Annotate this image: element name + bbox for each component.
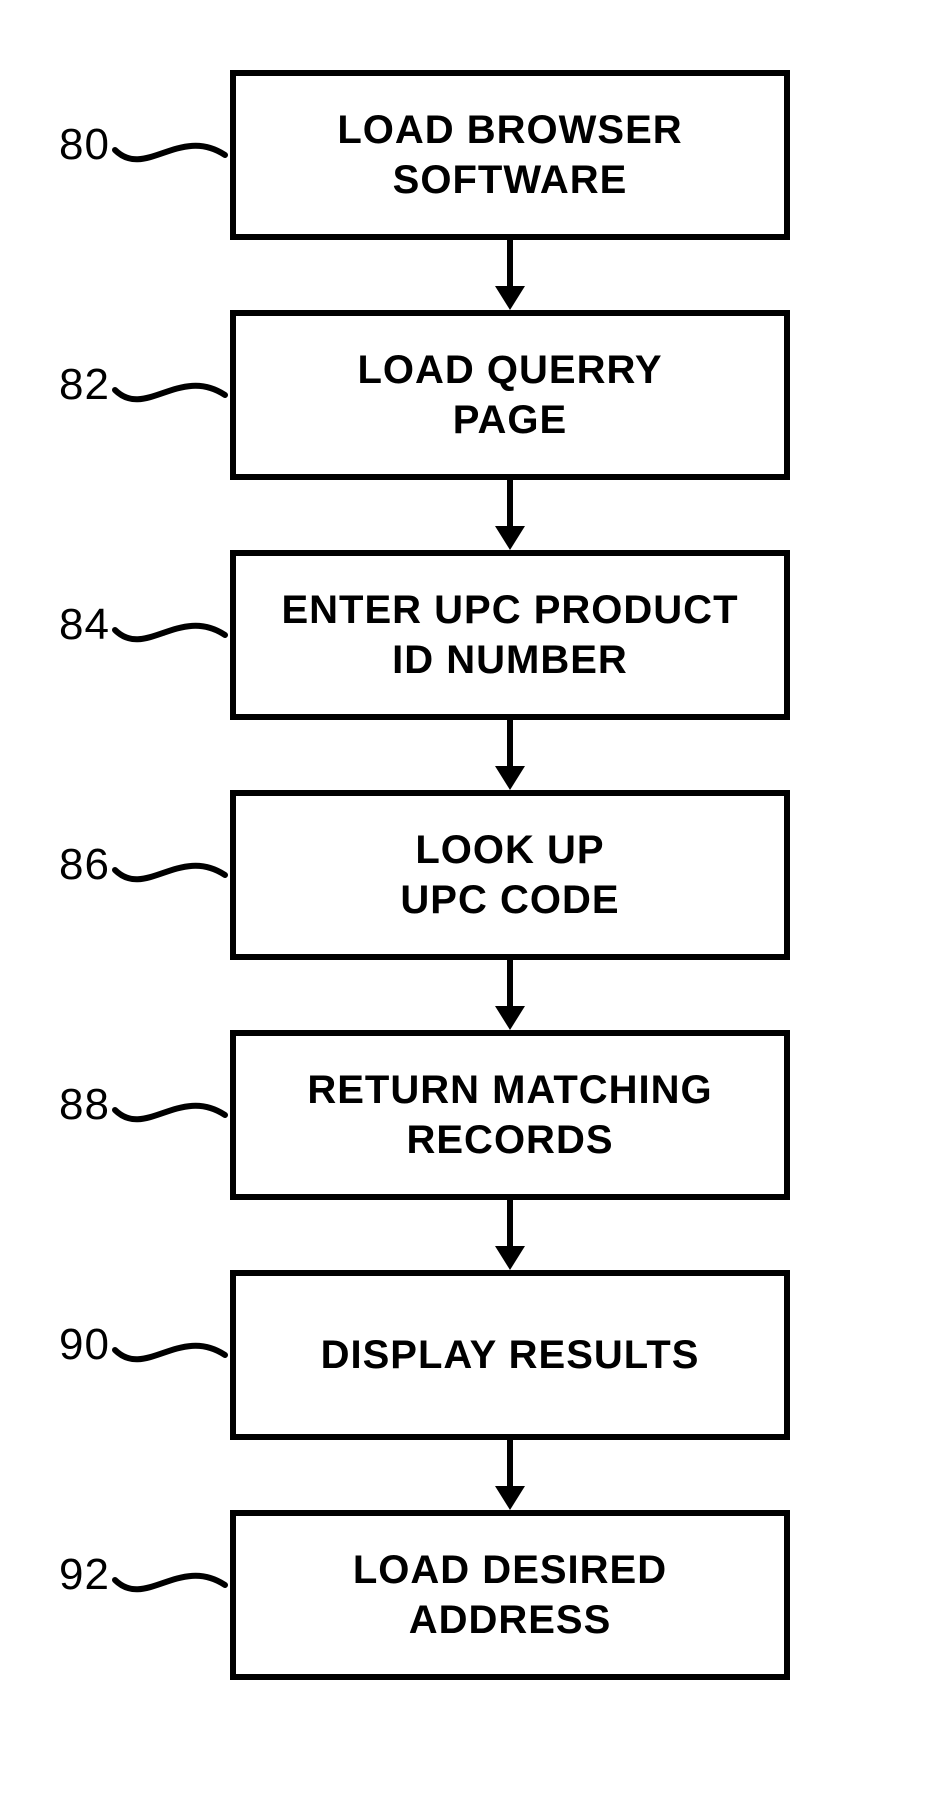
- connector-squiggle: [110, 130, 230, 180]
- step-text-line2: PAGE: [453, 398, 567, 442]
- step-text-line2: ID NUMBER: [392, 638, 628, 682]
- step-label-text: 80: [59, 120, 110, 169]
- step-text-line1: RETURN MATCHING: [307, 1068, 712, 1112]
- step-label-84: 84: [40, 600, 110, 650]
- arrow-down: [495, 1200, 525, 1270]
- connector-squiggle: [110, 1560, 230, 1610]
- arrow-down: [495, 960, 525, 1030]
- step-label-text: 86: [59, 840, 110, 889]
- step-box-80: LOAD BROWSER SOFTWARE: [230, 70, 790, 240]
- flowchart-canvas: 80 LOAD BROWSER SOFTWARE 82 LOAD QUERRY …: [0, 0, 928, 1794]
- arrow-down: [495, 720, 525, 790]
- step-box-92: LOAD DESIRED ADDRESS: [230, 1510, 790, 1680]
- step-text-line1: DISPLAY RESULTS: [321, 1333, 700, 1377]
- step-text-line2: SOFTWARE: [393, 158, 628, 202]
- step-label-text: 88: [59, 1080, 110, 1129]
- connector-squiggle: [110, 1330, 230, 1380]
- step-box-90: DISPLAY RESULTS: [230, 1270, 790, 1440]
- step-text-line1: ENTER UPC PRODUCT: [281, 588, 738, 632]
- step-text-line2: ADDRESS: [409, 1598, 612, 1642]
- step-box-82: LOAD QUERRY PAGE: [230, 310, 790, 480]
- step-label-86: 86: [40, 840, 110, 890]
- connector-squiggle: [110, 610, 230, 660]
- arrow-down: [495, 480, 525, 550]
- step-label-text: 82: [59, 360, 110, 409]
- step-label-80: 80: [40, 120, 110, 170]
- step-box-84: ENTER UPC PRODUCT ID NUMBER: [230, 550, 790, 720]
- step-label-text: 90: [59, 1320, 110, 1369]
- step-box-88: RETURN MATCHING RECORDS: [230, 1030, 790, 1200]
- connector-squiggle: [110, 1090, 230, 1140]
- step-label-88: 88: [40, 1080, 110, 1130]
- step-label-90: 90: [40, 1320, 110, 1370]
- step-label-text: 92: [59, 1550, 110, 1599]
- step-text-line1: LOAD DESIRED: [353, 1548, 667, 1592]
- step-text-line1: LOOK UP: [415, 828, 604, 872]
- arrow-down: [495, 1440, 525, 1510]
- step-label-82: 82: [40, 360, 110, 410]
- connector-squiggle: [110, 370, 230, 420]
- step-text-line2: RECORDS: [406, 1118, 613, 1162]
- step-label-text: 84: [59, 600, 110, 649]
- step-box-86: LOOK UP UPC CODE: [230, 790, 790, 960]
- step-text-line1: LOAD QUERRY: [357, 348, 662, 392]
- step-text-line2: UPC CODE: [400, 878, 619, 922]
- connector-squiggle: [110, 850, 230, 900]
- step-label-92: 92: [40, 1550, 110, 1600]
- arrow-down: [495, 240, 525, 310]
- step-text-line1: LOAD BROWSER: [337, 108, 682, 152]
